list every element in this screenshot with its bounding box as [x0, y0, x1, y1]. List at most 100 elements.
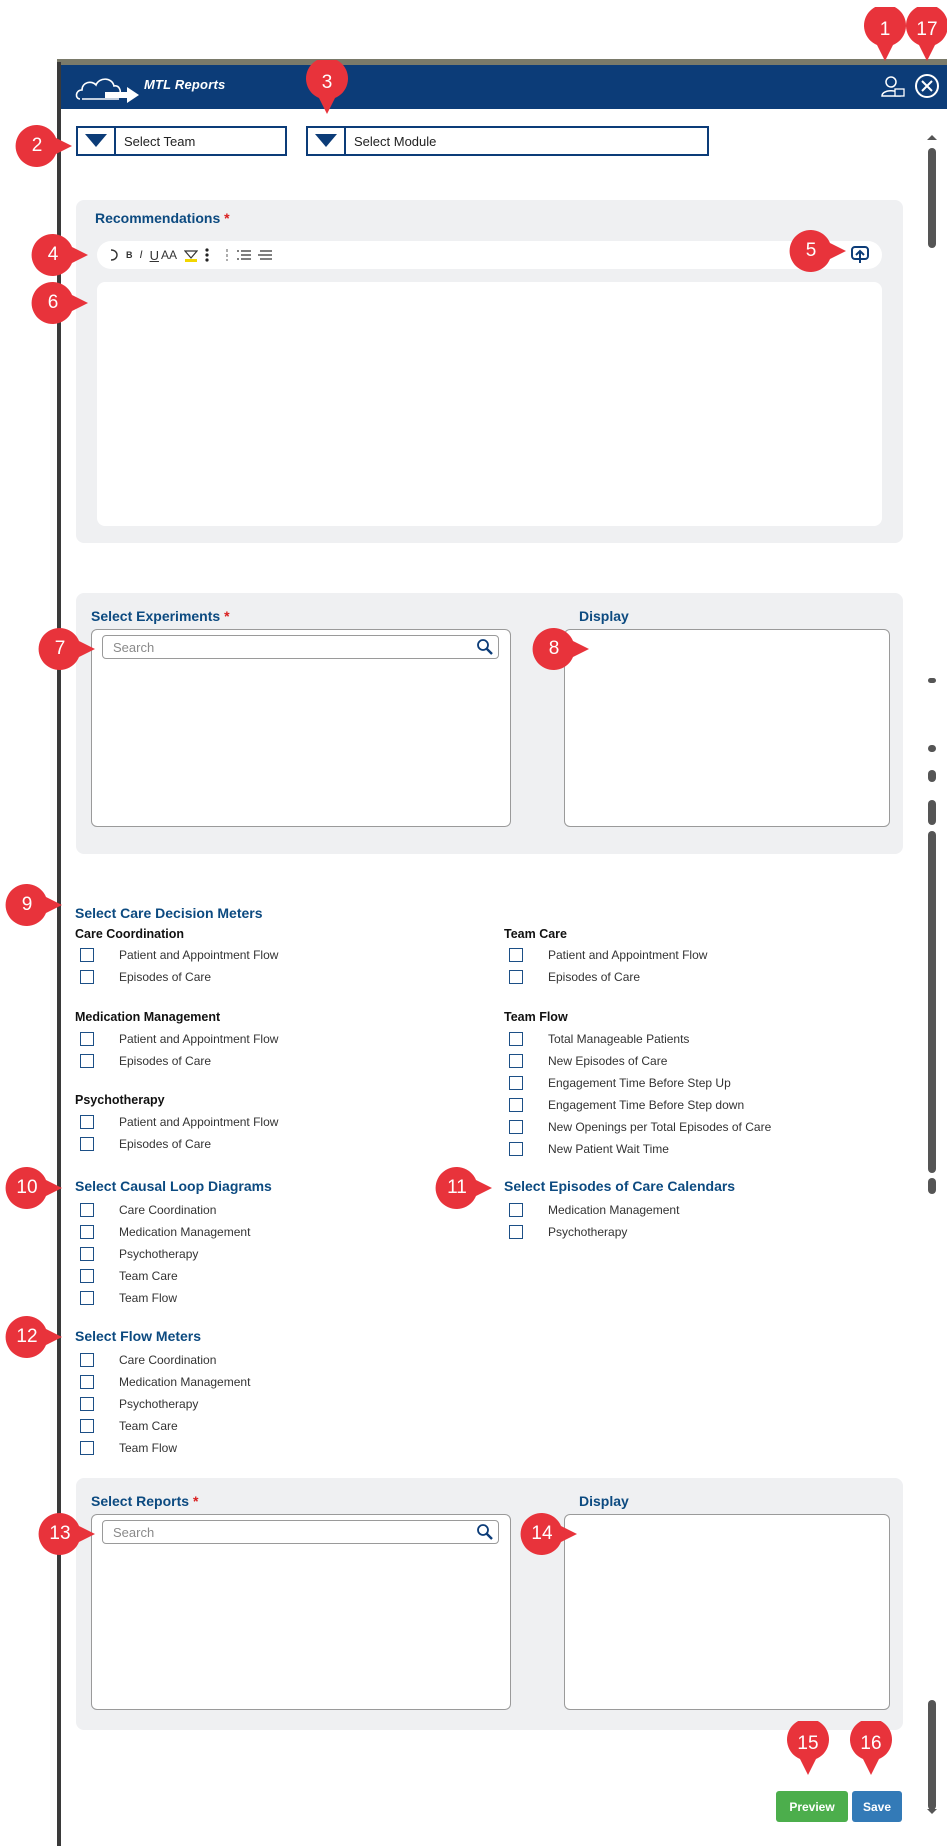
annotation-marker-16: 16	[848, 1721, 894, 1775]
more-icon[interactable]	[205, 248, 209, 262]
checkbox-row[interactable]: Psychotherapy	[509, 1225, 627, 1239]
reports-search-input[interactable]	[102, 1520, 499, 1544]
checkbox-row[interactable]: Patient and Appointment Flow	[80, 1032, 278, 1046]
preview-button[interactable]: Preview	[776, 1791, 848, 1822]
checkbox-row[interactable]: Patient and Appointment Flow	[80, 948, 278, 962]
scroll-down-arrow-icon[interactable]	[926, 1808, 938, 1816]
user-account-icon[interactable]	[880, 74, 906, 100]
checkbox[interactable]	[80, 1291, 94, 1305]
checkbox[interactable]	[80, 1397, 94, 1411]
checkbox-row[interactable]: Team Care	[80, 1419, 178, 1433]
app-title: MTL Reports	[144, 77, 226, 92]
checkbox-row[interactable]: Team Flow	[80, 1291, 177, 1305]
checkbox-row[interactable]: Patient and Appointment Flow	[509, 948, 707, 962]
reports-display-title: Display	[579, 1493, 629, 1509]
checkbox[interactable]	[80, 1353, 94, 1367]
checkbox[interactable]	[80, 970, 94, 984]
checkbox[interactable]	[80, 1441, 94, 1455]
reports-title-text: Select Reports	[91, 1493, 190, 1509]
close-icon[interactable]	[914, 73, 940, 99]
scrollbar-track-segment	[928, 678, 936, 683]
checkbox[interactable]	[80, 1054, 94, 1068]
checkbox[interactable]	[509, 1203, 523, 1217]
highlight-icon[interactable]	[183, 248, 198, 262]
checkbox-row[interactable]: New Patient Wait Time	[509, 1142, 669, 1156]
numbered-list-icon[interactable]	[236, 249, 251, 261]
save-button[interactable]: Save	[852, 1791, 902, 1822]
checkbox[interactable]	[509, 1142, 523, 1156]
checkbox[interactable]	[509, 1054, 523, 1068]
checkbox-row[interactable]: New Episodes of Care	[509, 1054, 667, 1068]
chevron-down-icon	[308, 128, 346, 154]
checkbox-label: Medication Management	[119, 1225, 251, 1239]
checkbox[interactable]	[80, 948, 94, 962]
checkbox-row[interactable]: New Openings per Total Episodes of Care	[509, 1120, 771, 1134]
select-module-dropdown[interactable]: Select Module	[306, 126, 709, 156]
checkbox-row[interactable]: Patient and Appointment Flow	[80, 1115, 278, 1129]
italic-button[interactable]: I	[140, 249, 143, 261]
checkbox[interactable]	[80, 1269, 94, 1283]
checkbox-row[interactable]: Engagement Time Before Step down	[509, 1098, 744, 1112]
checkbox[interactable]	[80, 1225, 94, 1239]
bold-button[interactable]: B	[126, 250, 133, 260]
underline-button[interactable]: U	[150, 248, 159, 263]
annotation-marker-5: 5	[788, 228, 846, 274]
annotation-marker-10: 10	[4, 1165, 63, 1211]
checkbox-row[interactable]: Team Care	[80, 1269, 178, 1283]
checkbox[interactable]	[80, 1137, 94, 1151]
checkbox[interactable]	[80, 1203, 94, 1217]
checkbox-row[interactable]: Episodes of Care	[80, 1137, 211, 1151]
marker-number: 4	[47, 244, 59, 265]
checkbox[interactable]	[80, 1115, 94, 1129]
checkbox-row[interactable]: Episodes of Care	[80, 1054, 211, 1068]
checkbox[interactable]	[509, 970, 523, 984]
checkbox[interactable]	[509, 1120, 523, 1134]
experiments-search-field[interactable]	[103, 638, 476, 656]
checkbox-row[interactable]: Medication Management	[80, 1225, 250, 1239]
checkbox-row[interactable]: Medication Management	[80, 1375, 250, 1389]
checkbox-row[interactable]: Care Coordination	[80, 1353, 216, 1367]
reports-search-field[interactable]	[103, 1523, 476, 1541]
checkbox[interactable]	[80, 1419, 94, 1433]
undo-icon[interactable]	[109, 248, 119, 262]
checkbox-row[interactable]: Episodes of Care	[509, 970, 640, 984]
indent-list-icon[interactable]	[257, 249, 272, 261]
checkbox[interactable]	[80, 1032, 94, 1046]
list-icon[interactable]	[224, 248, 230, 262]
scroll-up-arrow-icon[interactable]	[926, 133, 938, 141]
checkbox[interactable]	[509, 1098, 523, 1112]
scrollbar-thumb[interactable]	[928, 148, 936, 248]
checkbox[interactable]	[509, 948, 523, 962]
select-team-dropdown[interactable]: Select Team	[76, 126, 287, 156]
checkbox-row[interactable]: Psychotherapy	[80, 1397, 198, 1411]
checkbox-row[interactable]: Medication Management	[509, 1203, 679, 1217]
checkbox-label: Team Flow	[119, 1291, 178, 1305]
recommendations-editor[interactable]	[97, 282, 882, 526]
checkbox-label: New Episodes of Care	[548, 1054, 668, 1068]
editor-toolbar: B I U AA	[97, 241, 882, 269]
annotation-marker-3: 3	[304, 60, 350, 114]
checkbox[interactable]	[509, 1076, 523, 1090]
experiments-search-input[interactable]	[102, 635, 499, 659]
checkbox[interactable]	[80, 1375, 94, 1389]
reports-title: Select Reports *	[91, 1493, 198, 1509]
select-team-label: Select Team	[124, 133, 196, 149]
annotation-marker-8: 8	[531, 626, 589, 672]
recommendations-title-text: Recommendations	[95, 210, 221, 226]
checkbox-row[interactable]: Episodes of Care	[80, 970, 211, 984]
checkbox-row[interactable]: Engagement Time Before Step Up	[509, 1076, 731, 1090]
search-icon[interactable]	[476, 638, 494, 656]
checkbox[interactable]	[80, 1247, 94, 1261]
checkbox-row[interactable]: Care Coordination	[80, 1203, 216, 1217]
search-icon[interactable]	[476, 1523, 494, 1541]
required-asterisk: *	[224, 608, 230, 624]
checkbox[interactable]	[509, 1225, 523, 1239]
checkbox-label: Psychotherapy	[119, 1397, 199, 1411]
font-size-button[interactable]: AA	[161, 248, 177, 262]
checkbox[interactable]	[509, 1032, 523, 1046]
marker-number: 15	[797, 1733, 819, 1754]
checkbox-row[interactable]: Psychotherapy	[80, 1247, 198, 1261]
checkbox-row[interactable]: Team Flow	[80, 1441, 177, 1455]
upload-icon[interactable]	[850, 246, 870, 264]
checkbox-row[interactable]: Total Manageable Patients	[509, 1032, 689, 1046]
